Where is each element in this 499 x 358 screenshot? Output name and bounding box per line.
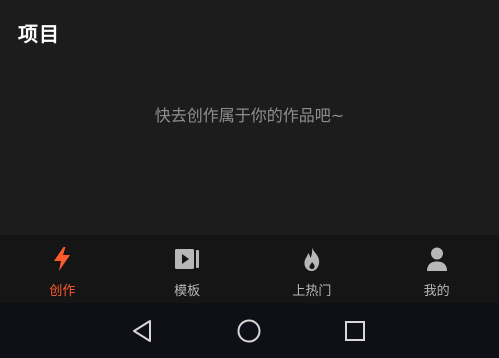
recents-square-icon [345, 321, 365, 341]
home-circle-icon [237, 319, 261, 343]
flame-icon [304, 247, 320, 271]
tab-profile[interactable]: 我的 [374, 235, 499, 303]
person-icon [426, 247, 447, 271]
tab-create[interactable]: 创作 [0, 235, 125, 303]
tab-profile-label: 我的 [423, 284, 450, 299]
back-button[interactable] [118, 307, 166, 355]
recents-button[interactable] [331, 307, 379, 355]
tab-trending-label: 上热门 [292, 284, 332, 299]
tab-trending[interactable]: 上热门 [250, 235, 375, 303]
tab-templates-label: 模板 [174, 284, 201, 299]
back-triangle-icon [133, 320, 151, 342]
empty-state-message: 快去创作属于你的作品吧~ [154, 106, 345, 125]
bottom-tab-bar: 创作 模板 上热门 我的 [0, 235, 499, 303]
video-template-icon [175, 249, 200, 269]
tab-templates[interactable]: 模板 [125, 235, 250, 303]
lightning-icon [54, 247, 71, 271]
home-button[interactable] [225, 307, 273, 355]
page-title: 项目 [18, 22, 60, 46]
tab-create-label: 创作 [49, 284, 76, 299]
system-navigation-bar [0, 303, 499, 358]
